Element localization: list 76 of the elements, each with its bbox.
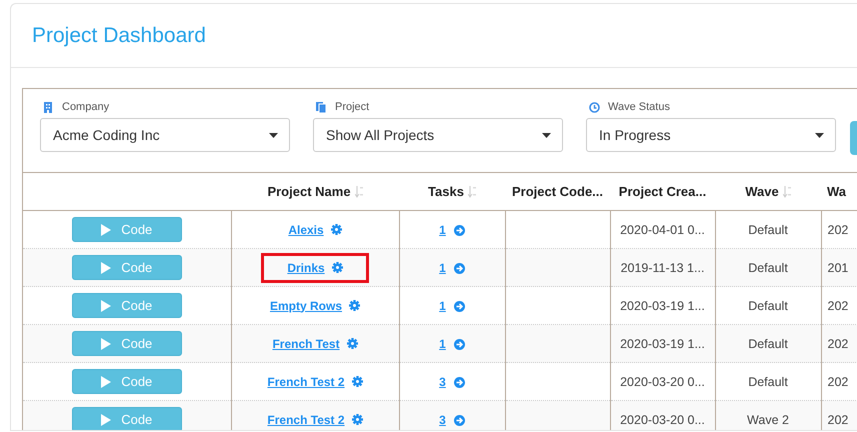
arrow-circle-icon [454, 262, 465, 274]
table-cell: Default [748, 374, 788, 388]
code-button[interactable]: Code [72, 217, 182, 242]
table-cell: 2020-03-19 1... [620, 336, 705, 350]
play-icon [101, 262, 112, 274]
table-cell: 202 [828, 412, 848, 426]
sort-icon [782, 186, 791, 198]
table-cell: Default [748, 298, 788, 312]
column-header: Wave [745, 184, 779, 199]
filter-label: Company [62, 101, 110, 113]
filter-label: Wave Status [608, 101, 670, 113]
table-cell: Wave 2 [747, 412, 789, 426]
column-header: Project Code... [512, 184, 604, 199]
dropdown[interactable]: Acme Coding Inc [40, 118, 290, 152]
gear-icon [332, 262, 343, 273]
gear-icon [346, 338, 358, 349]
table-cell: Default [748, 222, 788, 236]
caret-icon [269, 132, 278, 138]
project-link[interactable]: Drinks [287, 260, 325, 274]
play-icon [101, 376, 112, 388]
table-cell: 202 [828, 298, 848, 312]
table-cell: 2020-04-01 0... [620, 222, 705, 236]
play-icon [101, 224, 112, 236]
arrow-circle-icon [454, 414, 465, 426]
table-cell: Default [748, 260, 788, 274]
caret-icon [815, 132, 824, 138]
sort-icon [468, 186, 476, 198]
table-cell: 2020-03-19 1... [620, 298, 705, 312]
documents-icon [316, 102, 327, 112]
tasks-link[interactable]: 1 [439, 336, 446, 350]
building-icon [43, 102, 54, 112]
column-header: Wa [827, 184, 846, 199]
table-cell: 201 [828, 260, 848, 274]
column-header: Project Crea... [618, 184, 706, 199]
tasks-link[interactable]: 3 [439, 374, 446, 388]
table-cell: 2020-03-20 0... [620, 374, 705, 388]
action-button[interactable] [850, 121, 857, 155]
tasks-link[interactable]: 1 [439, 298, 446, 312]
play-icon [101, 414, 112, 426]
arrow-circle-icon [454, 300, 465, 312]
table-cell: 202 [828, 336, 848, 350]
code-button[interactable]: Code [72, 407, 182, 430]
code-button[interactable]: Code [72, 331, 182, 356]
gear-icon [349, 300, 360, 311]
project-link[interactable]: French Test [272, 336, 340, 350]
project-link[interactable]: Alexis [288, 222, 324, 236]
tasks-link[interactable]: 1 [439, 260, 446, 274]
column-header: Tasks [428, 184, 464, 199]
arrow-circle-icon [454, 338, 465, 350]
arrow-circle-icon [454, 224, 465, 236]
page-title: Project Dashboard [32, 24, 206, 48]
gear-icon [352, 376, 363, 387]
column-header: Project Name [267, 184, 351, 199]
arrow-circle-icon [454, 376, 465, 388]
tasks-link[interactable]: 3 [439, 412, 446, 426]
project-link[interactable]: French Test 2 [267, 374, 345, 388]
dropdown[interactable]: Show All Projects [313, 118, 563, 152]
filter-label: Project [335, 101, 370, 113]
code-button[interactable]: Code [72, 293, 182, 318]
caret-icon [542, 132, 551, 138]
sort-icon [354, 186, 363, 198]
code-button[interactable]: Code [72, 255, 182, 280]
table-cell: 2020-03-20 0... [620, 412, 705, 426]
table-cell: 202 [828, 374, 848, 388]
clock-icon [589, 102, 600, 112]
tasks-link[interactable]: 1 [439, 222, 446, 236]
dropdown[interactable]: In Progress [586, 118, 836, 152]
table-cell: 202 [828, 222, 848, 236]
play-icon [101, 300, 112, 312]
table-cell: Default [748, 336, 788, 350]
code-button[interactable]: Code [72, 369, 182, 394]
table-cell: 2019-11-13 1... [620, 260, 704, 274]
gear-icon [330, 224, 342, 235]
project-link[interactable]: Empty Rows [270, 298, 342, 312]
play-icon [101, 338, 112, 350]
gear-icon [352, 414, 363, 425]
